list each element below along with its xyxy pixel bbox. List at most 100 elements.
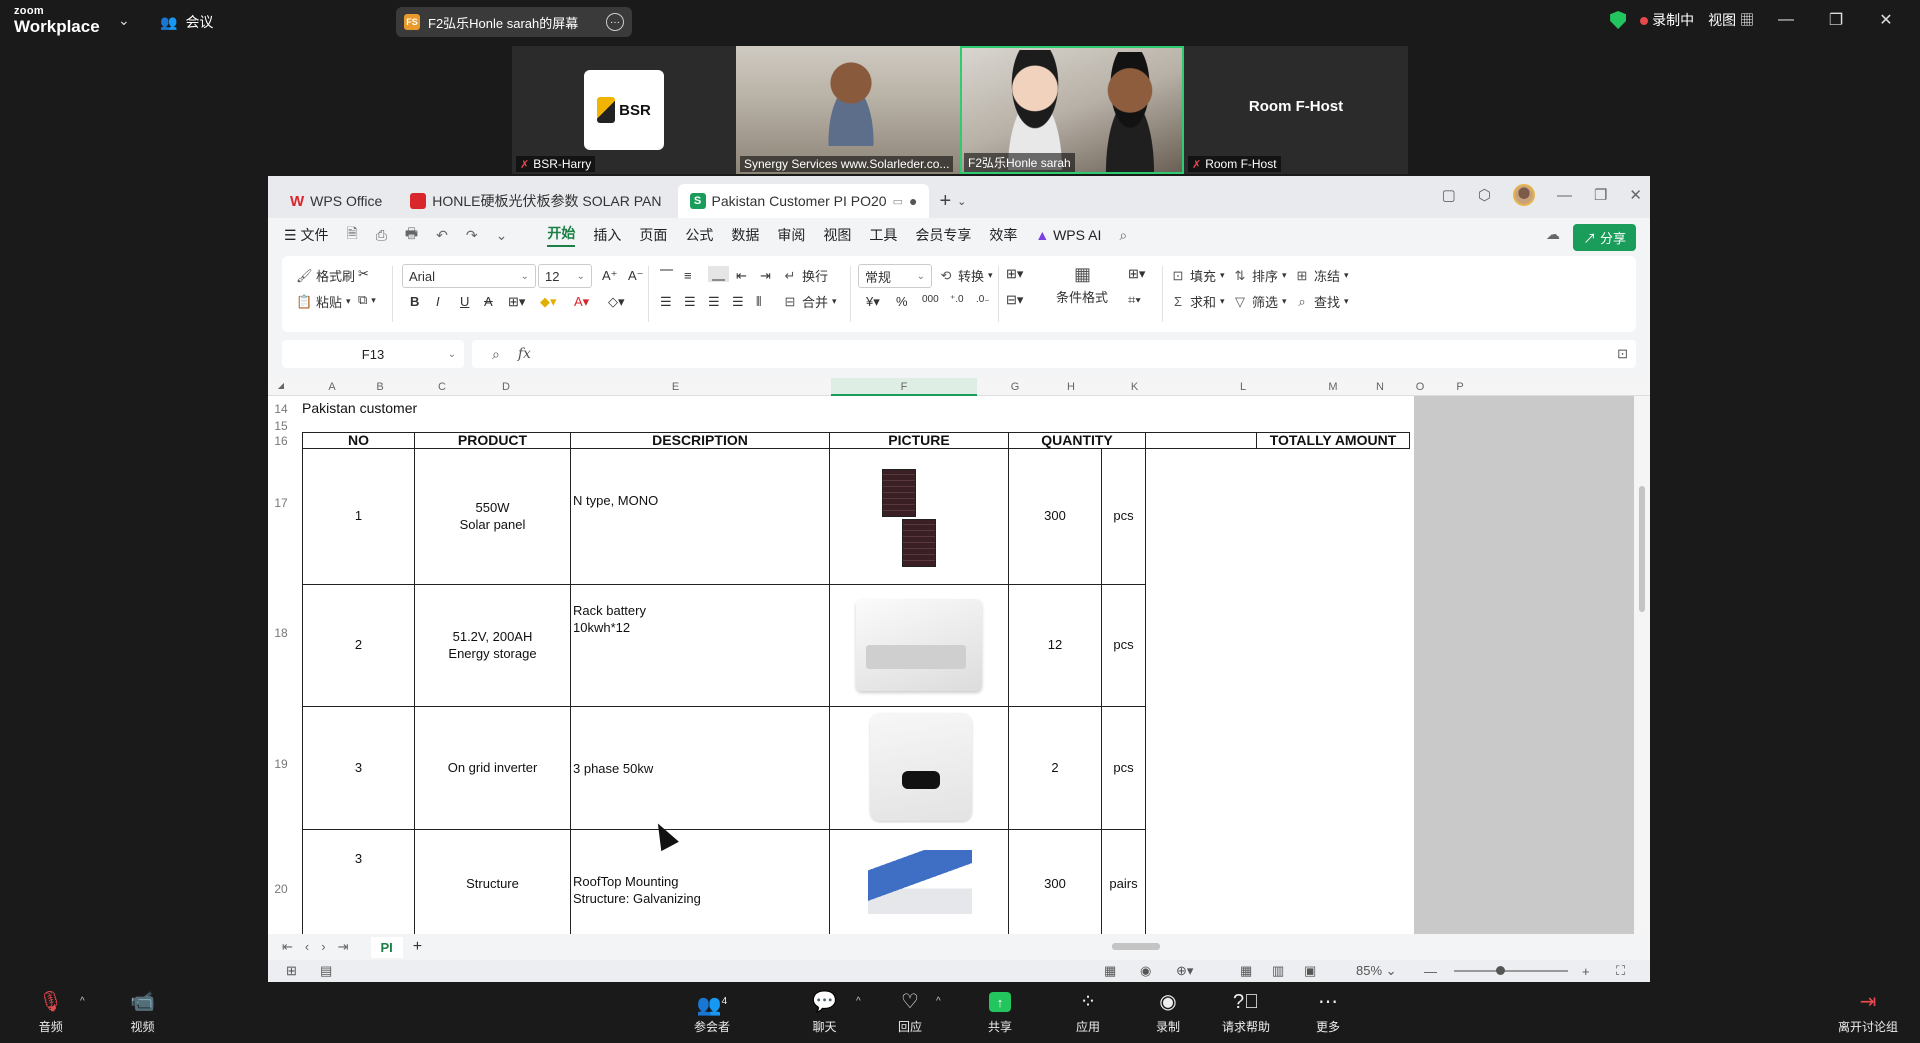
freeze-button[interactable]: ⊞ 冻结 ▾ xyxy=(1294,266,1349,285)
eraser-icon[interactable]: ◇▾ xyxy=(608,294,625,310)
page-break-icon[interactable]: ▣ xyxy=(1304,963,1316,979)
align-center-icon[interactable]: ☰ xyxy=(684,294,696,310)
align-middle-icon[interactable]: ≡ xyxy=(684,268,692,283)
chevron-down-icon[interactable]: ⌄ xyxy=(118,12,130,29)
cell-description[interactable]: RoofTop Mounting Structure: Galvanizing xyxy=(570,829,830,934)
security-shield-icon[interactable] xyxy=(1610,11,1627,29)
menu-member[interactable]: 会员专享 xyxy=(915,225,971,245)
menu-data[interactable]: 数据 xyxy=(731,225,759,245)
currency-icon[interactable]: ¥▾ xyxy=(866,294,880,310)
col-n[interactable]: N xyxy=(1360,381,1400,393)
paste-button[interactable]: 📋 粘贴 ▾ xyxy=(296,292,351,311)
focus-icon[interactable]: ⊕▾ xyxy=(1176,963,1193,979)
meeting-menu[interactable]: 👥 会议 xyxy=(160,12,213,32)
zoom-search-icon[interactable]: ⌕ xyxy=(492,346,500,363)
table-view-icon[interactable]: ▦ xyxy=(1104,963,1116,979)
participants-button[interactable]: 👥4 参会者 xyxy=(694,990,730,1035)
share-button[interactable]: ↑ 共享 xyxy=(988,990,1012,1035)
redo-icon[interactable]: ↷ xyxy=(466,227,478,244)
tab-pdf-doc[interactable]: HONLE硬板光伏板参数 SOLAR PAN xyxy=(398,184,673,218)
header-description[interactable]: DESCRIPTION xyxy=(570,432,830,449)
cell-description[interactable]: N type, MONO xyxy=(570,448,830,585)
new-tab-icon[interactable]: + ⌄ xyxy=(939,184,966,218)
cell-product[interactable]: 51.2V, 200AH Energy storage xyxy=(414,584,571,707)
add-sheet-icon[interactable]: + xyxy=(413,938,422,956)
video-tile-sarah[interactable]: F2弘乐Honle sarah xyxy=(960,46,1184,174)
more-button[interactable]: ⋯ 更多 xyxy=(1316,990,1340,1035)
menu-view[interactable]: 视图 xyxy=(823,225,851,245)
fill-button[interactable]: ⊡ 填充 ▾ xyxy=(1170,266,1225,285)
align-top-icon[interactable]: ⎺ xyxy=(660,268,673,284)
menu-review[interactable]: 审阅 xyxy=(777,225,805,245)
decrease-font-icon[interactable]: A⁻ xyxy=(628,268,644,284)
header-quantity[interactable]: QUANTITY xyxy=(1008,432,1146,449)
font-color-icon[interactable]: A▾ xyxy=(574,294,589,310)
find-button[interactable]: ⌕ 查找 ▾ xyxy=(1294,292,1348,311)
convert-button[interactable]: ⟲ 转换 ▾ xyxy=(938,266,993,285)
col-e[interactable]: E xyxy=(520,381,831,393)
sum-button[interactable]: Σ 求和 ▾ xyxy=(1170,292,1225,311)
menu-page[interactable]: 页面 xyxy=(639,225,667,245)
last-sheet-icon[interactable]: ⇥ xyxy=(338,939,349,955)
fill-color-icon[interactable]: ◆▾ xyxy=(540,294,557,310)
table-style-icon[interactable]: ⊞▾ xyxy=(1006,266,1023,282)
cell-unit[interactable]: pairs xyxy=(1101,829,1146,934)
prev-sheet-icon[interactable]: ‹ xyxy=(305,939,309,955)
layout-icon[interactable]: ▢ xyxy=(1442,186,1456,204)
col-p[interactable]: P xyxy=(1440,381,1480,393)
cell-quantity[interactable]: 300 xyxy=(1008,448,1102,585)
print-preview-icon[interactable]: ⎙ xyxy=(376,227,387,244)
minimize-icon[interactable]: — xyxy=(1768,11,1804,29)
menu-home[interactable]: 开始 xyxy=(547,223,576,247)
zoom-level[interactable]: 85% ⌄ xyxy=(1356,963,1397,979)
menu-efficiency[interactable]: 效率 xyxy=(989,225,1017,245)
zoom-in-icon[interactable]: + xyxy=(1582,964,1590,979)
col-l[interactable]: L xyxy=(1180,381,1306,393)
leave-room-button[interactable]: ⇥ 离开讨论组 xyxy=(1838,990,1898,1035)
filter-button[interactable]: ▽ 筛选 ▾ xyxy=(1232,292,1287,311)
col-d[interactable]: D xyxy=(492,381,520,393)
thousands-icon[interactable]: 000 xyxy=(922,294,939,305)
macro-icon[interactable]: ⊞ xyxy=(286,963,297,979)
chat-button[interactable]: 💬 聊天 xyxy=(812,990,837,1035)
zoom-out-icon[interactable]: — xyxy=(1424,964,1437,979)
copy-icon[interactable]: ⧉ ▾ xyxy=(358,292,376,308)
restore-icon[interactable]: ❐ xyxy=(1818,10,1854,30)
save-icon[interactable]: 🗎 xyxy=(346,223,357,247)
font-size-select[interactable]: 12 ⌄ xyxy=(538,264,592,288)
format-icon[interactable]: ⊞▾ xyxy=(1128,266,1145,282)
cell-product[interactable]: On grid inverter xyxy=(414,706,571,830)
font-family-select[interactable]: Arial ⌄ xyxy=(402,264,536,288)
video-button[interactable]: 📹 视频 xyxy=(130,990,155,1035)
cell-unit[interactable]: pcs xyxy=(1101,448,1146,585)
header-product[interactable]: PRODUCT xyxy=(414,432,571,449)
borders-icon[interactable]: ⊞▾ xyxy=(508,294,525,310)
video-tile-room[interactable]: Room F-Host ✗ Room F-Host xyxy=(1184,46,1408,174)
more-options-icon[interactable]: ··· xyxy=(606,13,624,31)
format-painter-button[interactable]: 🖌 格式刷 xyxy=(296,266,355,285)
cell-quantity[interactable]: 2 xyxy=(1008,706,1102,830)
search-icon[interactable]: ⌕ xyxy=(1119,227,1127,244)
conditional-format-button[interactable]: ▦ 条件格式 xyxy=(1056,264,1108,306)
cell-description[interactable]: Rack battery 10kwh*12 xyxy=(570,584,830,707)
cell-no[interactable]: 3 xyxy=(302,829,415,934)
restore-icon[interactable]: ❐ xyxy=(1594,186,1607,204)
minimize-icon[interactable]: — xyxy=(1557,187,1572,204)
tab-wps-office[interactable]: W WPS Office xyxy=(278,184,394,218)
chevron-down-icon[interactable]: ⌄ xyxy=(496,227,508,244)
cell-style-icon[interactable]: ⊟▾ xyxy=(1006,292,1023,308)
indent-increase-icon[interactable]: ⇥ xyxy=(760,268,771,284)
cell-picture[interactable] xyxy=(829,706,1009,830)
col-g[interactable]: G xyxy=(977,381,1053,393)
menu-wps-ai[interactable]: ▲ WPS AI xyxy=(1035,227,1101,243)
eye-protection-icon[interactable]: ◉ xyxy=(1140,963,1151,979)
crop-icon[interactable]: ⌗▾ xyxy=(1128,292,1141,308)
close-icon[interactable]: ✕ xyxy=(1868,10,1904,30)
row-header[interactable]: 18 xyxy=(268,626,294,640)
header-no[interactable]: NO xyxy=(302,432,415,449)
video-tile-bsr[interactable]: BSR ✗ BSR-Harry xyxy=(512,46,736,174)
sheet-title-cell[interactable]: Pakistan customer xyxy=(302,400,417,416)
cell-no[interactable]: 3 xyxy=(302,706,415,830)
increase-font-icon[interactable]: A⁺ xyxy=(602,268,618,284)
fx-icon[interactable]: fx xyxy=(518,346,531,362)
